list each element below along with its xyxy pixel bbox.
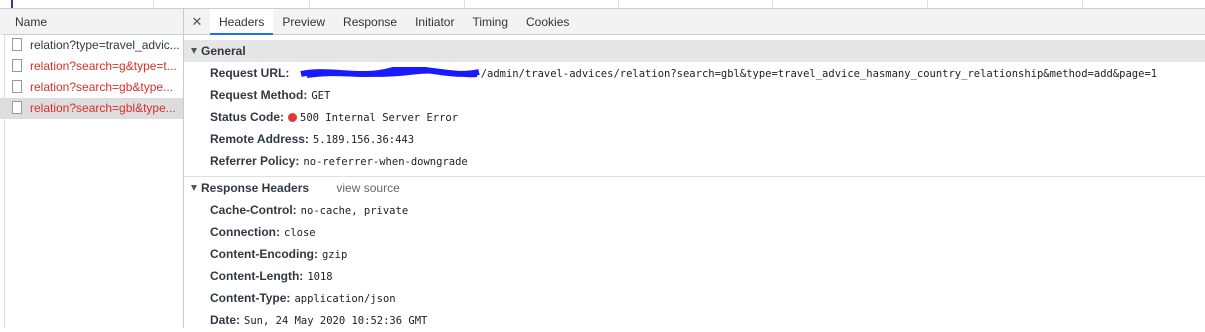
header-row: Cache-Control: no-cache, private [184, 199, 1205, 221]
timeline-tick [153, 0, 154, 8]
triangle-down-icon [191, 185, 197, 191]
status-code-label: Status Code: [210, 110, 285, 124]
referrer-policy-value: no-referrer-when-downgrade [303, 156, 468, 168]
tab-preview[interactable]: Preview [273, 9, 334, 34]
response-headers-title: Response Headers [201, 181, 310, 195]
header-value: no-cache, private [300, 205, 409, 217]
timeline-tick [772, 0, 773, 8]
timeline-marker [11, 0, 13, 8]
request-name: relation?search=gbl&type... [30, 101, 176, 115]
header-key: Date: [210, 313, 241, 327]
timeline-tick [309, 0, 310, 8]
header-value: Sun, 24 May 2020 10:52:36 GMT [244, 315, 428, 327]
request-url-row: Request URL: /admin/travel-advices/relat… [184, 62, 1205, 84]
timeline-tick [1082, 0, 1083, 8]
header-value: gzip [321, 249, 348, 261]
details-tabbar: ✕ Headers Preview Response Initiator Tim… [184, 9, 1205, 35]
header-key: Content-Length: [210, 269, 304, 283]
header-row: Content-Length: 1018 [184, 265, 1205, 287]
request-method-row: Request Method: GET [184, 84, 1205, 106]
header-key: Cache-Control: [210, 203, 297, 217]
tab-initiator[interactable]: Initiator [406, 9, 463, 34]
file-icon [12, 101, 22, 114]
timeline-tick [927, 0, 928, 8]
view-source-link[interactable]: view source [336, 181, 399, 195]
header-value: 1018 [307, 271, 333, 283]
general-section-header[interactable]: General [184, 40, 1205, 62]
request-name: relation?search=g&type=t... [30, 59, 177, 73]
tab-cookies[interactable]: Cookies [517, 9, 578, 34]
referrer-policy-label: Referrer Policy: [210, 154, 300, 168]
tab-headers[interactable]: Headers [210, 9, 274, 35]
remote-address-label: Remote Address: [210, 132, 309, 146]
file-icon [12, 80, 22, 93]
header-row: Content-Type: application/json [184, 287, 1205, 309]
header-key: Content-Type: [210, 291, 291, 305]
referrer-policy-row: Referrer Policy: no-referrer-when-downgra… [184, 150, 1205, 172]
general-title: General [201, 44, 246, 58]
file-icon [12, 38, 22, 51]
remote-address-row: Remote Address: 5.189.156.36:443 [184, 128, 1205, 150]
tab-timing[interactable]: Timing [463, 9, 517, 34]
header-key: Content-Encoding: [210, 247, 318, 261]
redaction-scribble [300, 66, 480, 78]
close-icon[interactable]: ✕ [184, 9, 210, 34]
request-name: relation?search=gb&type... [30, 80, 174, 94]
timeline-strip [0, 0, 1205, 9]
request-name: relation?type=travel_advic... [30, 38, 180, 52]
file-icon [12, 59, 22, 72]
request-url-value: /admin/travel-advices/relation?search=gb… [480, 68, 1158, 80]
status-dot-icon [288, 113, 298, 122]
header-value: application/json [294, 293, 396, 305]
header-value: close [284, 227, 316, 239]
request-list: Name relation?type=travel_advic... relat… [0, 9, 184, 328]
header-row: Content-Encoding: gzip [184, 243, 1205, 265]
request-details: ✕ Headers Preview Response Initiator Tim… [184, 9, 1205, 328]
status-code-value: 500 Internal Server Error [300, 112, 459, 124]
request-method-value: GET [311, 90, 331, 102]
request-row[interactable]: relation?search=g&type=t... [0, 56, 183, 77]
triangle-down-icon [191, 48, 197, 54]
request-method-label: Request Method: [210, 88, 308, 102]
timeline-tick [464, 0, 465, 8]
status-code-row: Status Code: 500 Internal Server Error [184, 106, 1205, 128]
timeline-tick [618, 0, 619, 8]
response-headers-section-header[interactable]: Response Headers view source [184, 176, 1205, 199]
header-row: Connection: close [184, 221, 1205, 243]
request-row-selected[interactable]: relation?search=gbl&type... [0, 98, 183, 119]
tab-response[interactable]: Response [334, 9, 406, 34]
remote-address-value: 5.189.156.36:443 [312, 134, 415, 146]
request-row[interactable]: relation?type=travel_advic... [0, 35, 183, 56]
request-row[interactable]: relation?search=gb&type... [0, 77, 183, 98]
name-column-header[interactable]: Name [0, 9, 183, 35]
header-key: Connection: [210, 225, 280, 239]
request-url-label: Request URL: [210, 66, 290, 80]
